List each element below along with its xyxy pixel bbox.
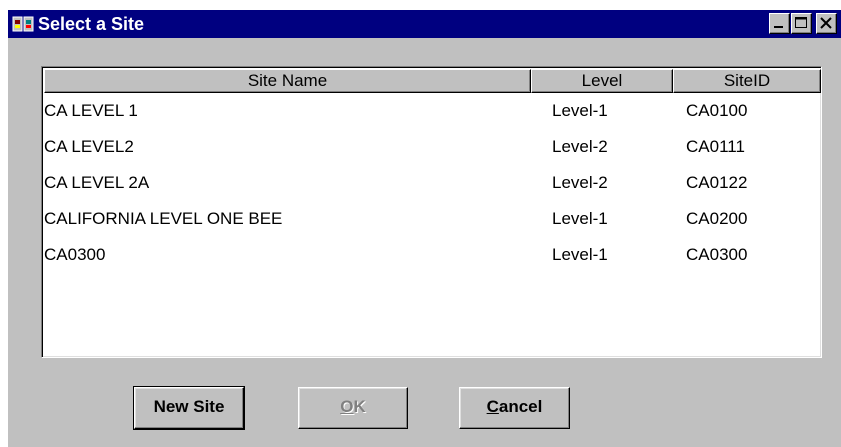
cell-site-name: CA LEVEL 2A	[44, 173, 150, 192]
title-bar[interactable]: Select a Site	[8, 10, 841, 38]
minimize-button[interactable]	[769, 13, 790, 34]
list-row[interactable]: CA LEVEL2 Level-2 CA0111	[44, 129, 821, 165]
cell-site-id: CA0111	[686, 137, 745, 156]
close-button[interactable]	[816, 13, 837, 34]
cell-site-id: CA0122	[686, 173, 748, 192]
cell-site-name: CA LEVEL 1	[44, 101, 138, 120]
site-list[interactable]: Site Name Level SiteID CA LEVEL 1 Level-…	[41, 66, 822, 358]
cell-level: Level-1	[552, 209, 608, 228]
window-title: Select a Site	[38, 14, 145, 34]
list-rows: CA LEVEL 1 Level-1 CA0100 CA LEVEL2 Leve…	[44, 93, 821, 273]
cell-level: Level-2	[552, 137, 608, 156]
column-header-site-name[interactable]: Site Name	[44, 69, 531, 93]
cancel-label-rest: ancel	[498, 397, 543, 416]
list-row[interactable]: CA LEVEL 1 Level-1 CA0100	[44, 93, 821, 129]
cell-site-id: CA0200	[686, 209, 748, 228]
select-site-dialog: Select a Site Site Name Level SiteID CA …	[8, 10, 841, 447]
column-header-level[interactable]: Level	[531, 69, 673, 93]
ok-label-rest: K	[353, 397, 366, 416]
maximize-icon	[795, 17, 807, 28]
cell-site-id: CA0100	[686, 101, 748, 120]
cancel-button[interactable]: Cancel	[459, 387, 570, 429]
list-row[interactable]: CA LEVEL 2A Level-2 CA0122	[44, 165, 821, 201]
minimize-icon	[774, 26, 783, 28]
cell-level: Level-1	[552, 101, 608, 120]
column-header-site-id[interactable]: SiteID	[673, 69, 821, 93]
cell-site-name: CA LEVEL2	[44, 137, 134, 156]
cell-site-name: CALIFORNIA LEVEL ONE BEE	[44, 209, 283, 228]
ok-button[interactable]: OK	[298, 387, 408, 429]
cancel-mnemonic: C	[486, 397, 499, 416]
cell-site-name: CA0300	[44, 245, 106, 264]
list-row[interactable]: CA0300 Level-1 CA0300	[44, 237, 821, 273]
close-icon	[820, 17, 832, 29]
ok-mnemonic: O	[340, 397, 354, 416]
cell-site-id: CA0300	[686, 245, 748, 264]
app-icon	[12, 16, 34, 32]
new-site-button[interactable]: New Site	[133, 386, 245, 430]
list-row[interactable]: CALIFORNIA LEVEL ONE BEE Level-1 CA0200	[44, 201, 821, 237]
list-header: Site Name Level SiteID	[44, 69, 821, 93]
maximize-button[interactable]	[791, 13, 812, 34]
cell-level: Level-2	[552, 173, 608, 192]
cell-level: Level-1	[552, 245, 608, 264]
